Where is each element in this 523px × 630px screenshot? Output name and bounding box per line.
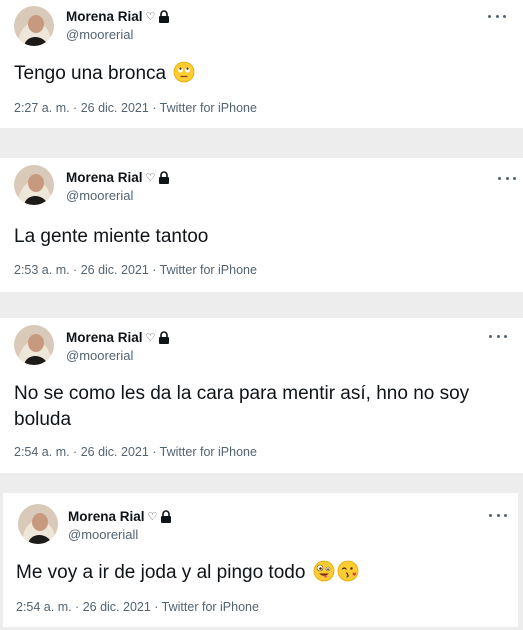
tweet-text-content: No se como les da la cara para mentir as…: [14, 383, 470, 430]
avatar[interactable]: [14, 325, 54, 365]
more-options-icon[interactable]: [488, 11, 506, 21]
tweet-text-content: Tengo una bronca: [14, 63, 167, 84]
display-name[interactable]: Morena Rial ♡: [68, 509, 172, 524]
avatar-photo-icon: [18, 504, 58, 544]
heart-icon: ♡: [145, 332, 156, 344]
tweet-timestamp[interactable]: 2:54 a. m. · 26 dic. 2021 · Twitter for …: [14, 445, 257, 459]
tweet-timestamp[interactable]: 2:27 a. m. · 26 dic. 2021 · Twitter for …: [14, 101, 257, 115]
more-options-icon[interactable]: [489, 510, 507, 520]
eyeroll-emoji-icon: [173, 61, 195, 91]
username-handle[interactable]: @mooreriall: [68, 527, 138, 542]
tweet-text-content: La gente miente tantoo: [14, 226, 209, 247]
display-name-text: Morena Rial: [66, 170, 143, 185]
avatar[interactable]: [18, 504, 58, 544]
avatar-photo-icon: [14, 165, 54, 205]
lock-icon: [160, 510, 172, 523]
tweet-timestamp[interactable]: 2:54 a. m. · 26 dic. 2021 · Twitter for …: [16, 600, 259, 614]
more-options-icon[interactable]: [498, 173, 516, 183]
tweet-card[interactable]: Morena Rial ♡ @moorerial La gente miente…: [0, 158, 523, 292]
display-name-text: Morena Rial: [66, 9, 143, 24]
more-options-icon[interactable]: [489, 331, 507, 341]
heart-icon: ♡: [145, 11, 156, 23]
username-handle[interactable]: @moorerial: [66, 348, 133, 363]
tweet-text: No se como les da la cara para mentir as…: [14, 381, 509, 433]
tweet-text: La gente miente tantoo: [14, 224, 504, 250]
tweet-text-content: Me voy a ir de joda y al pingo todo: [16, 562, 306, 583]
zany-face-emoji-icon: [313, 560, 335, 590]
avatar[interactable]: [14, 6, 54, 46]
heart-icon: ♡: [147, 511, 158, 523]
tweet-card[interactable]: Morena Rial ♡ @moorerial No se como les …: [0, 318, 523, 473]
display-name[interactable]: Morena Rial ♡: [66, 330, 170, 345]
tweet-text: Tengo una bronca: [14, 61, 504, 91]
tweet-card[interactable]: Morena Rial ♡ @mooreriall Me voy a ir de…: [3, 493, 518, 627]
display-name[interactable]: Morena Rial ♡: [66, 9, 170, 24]
kissing-face-emoji-icon: [337, 560, 359, 590]
tweet-timestamp[interactable]: 2:53 a. m. · 26 dic. 2021 · Twitter for …: [14, 263, 257, 277]
heart-icon: ♡: [145, 172, 156, 184]
lock-icon: [158, 331, 170, 344]
tweet-text: Me voy a ir de joda y al pingo todo: [16, 560, 511, 590]
avatar-photo-icon: [14, 6, 54, 46]
tweet-card[interactable]: Morena Rial ♡ @moorerial Tengo una bronc…: [0, 0, 523, 128]
display-name-text: Morena Rial: [68, 509, 145, 524]
lock-icon: [158, 10, 170, 23]
display-name-text: Morena Rial: [66, 330, 143, 345]
username-handle[interactable]: @moorerial: [66, 27, 133, 42]
display-name[interactable]: Morena Rial ♡: [66, 170, 170, 185]
avatar[interactable]: [14, 165, 54, 205]
username-handle[interactable]: @moorerial: [66, 188, 133, 203]
lock-icon: [158, 171, 170, 184]
avatar-photo-icon: [14, 325, 54, 365]
